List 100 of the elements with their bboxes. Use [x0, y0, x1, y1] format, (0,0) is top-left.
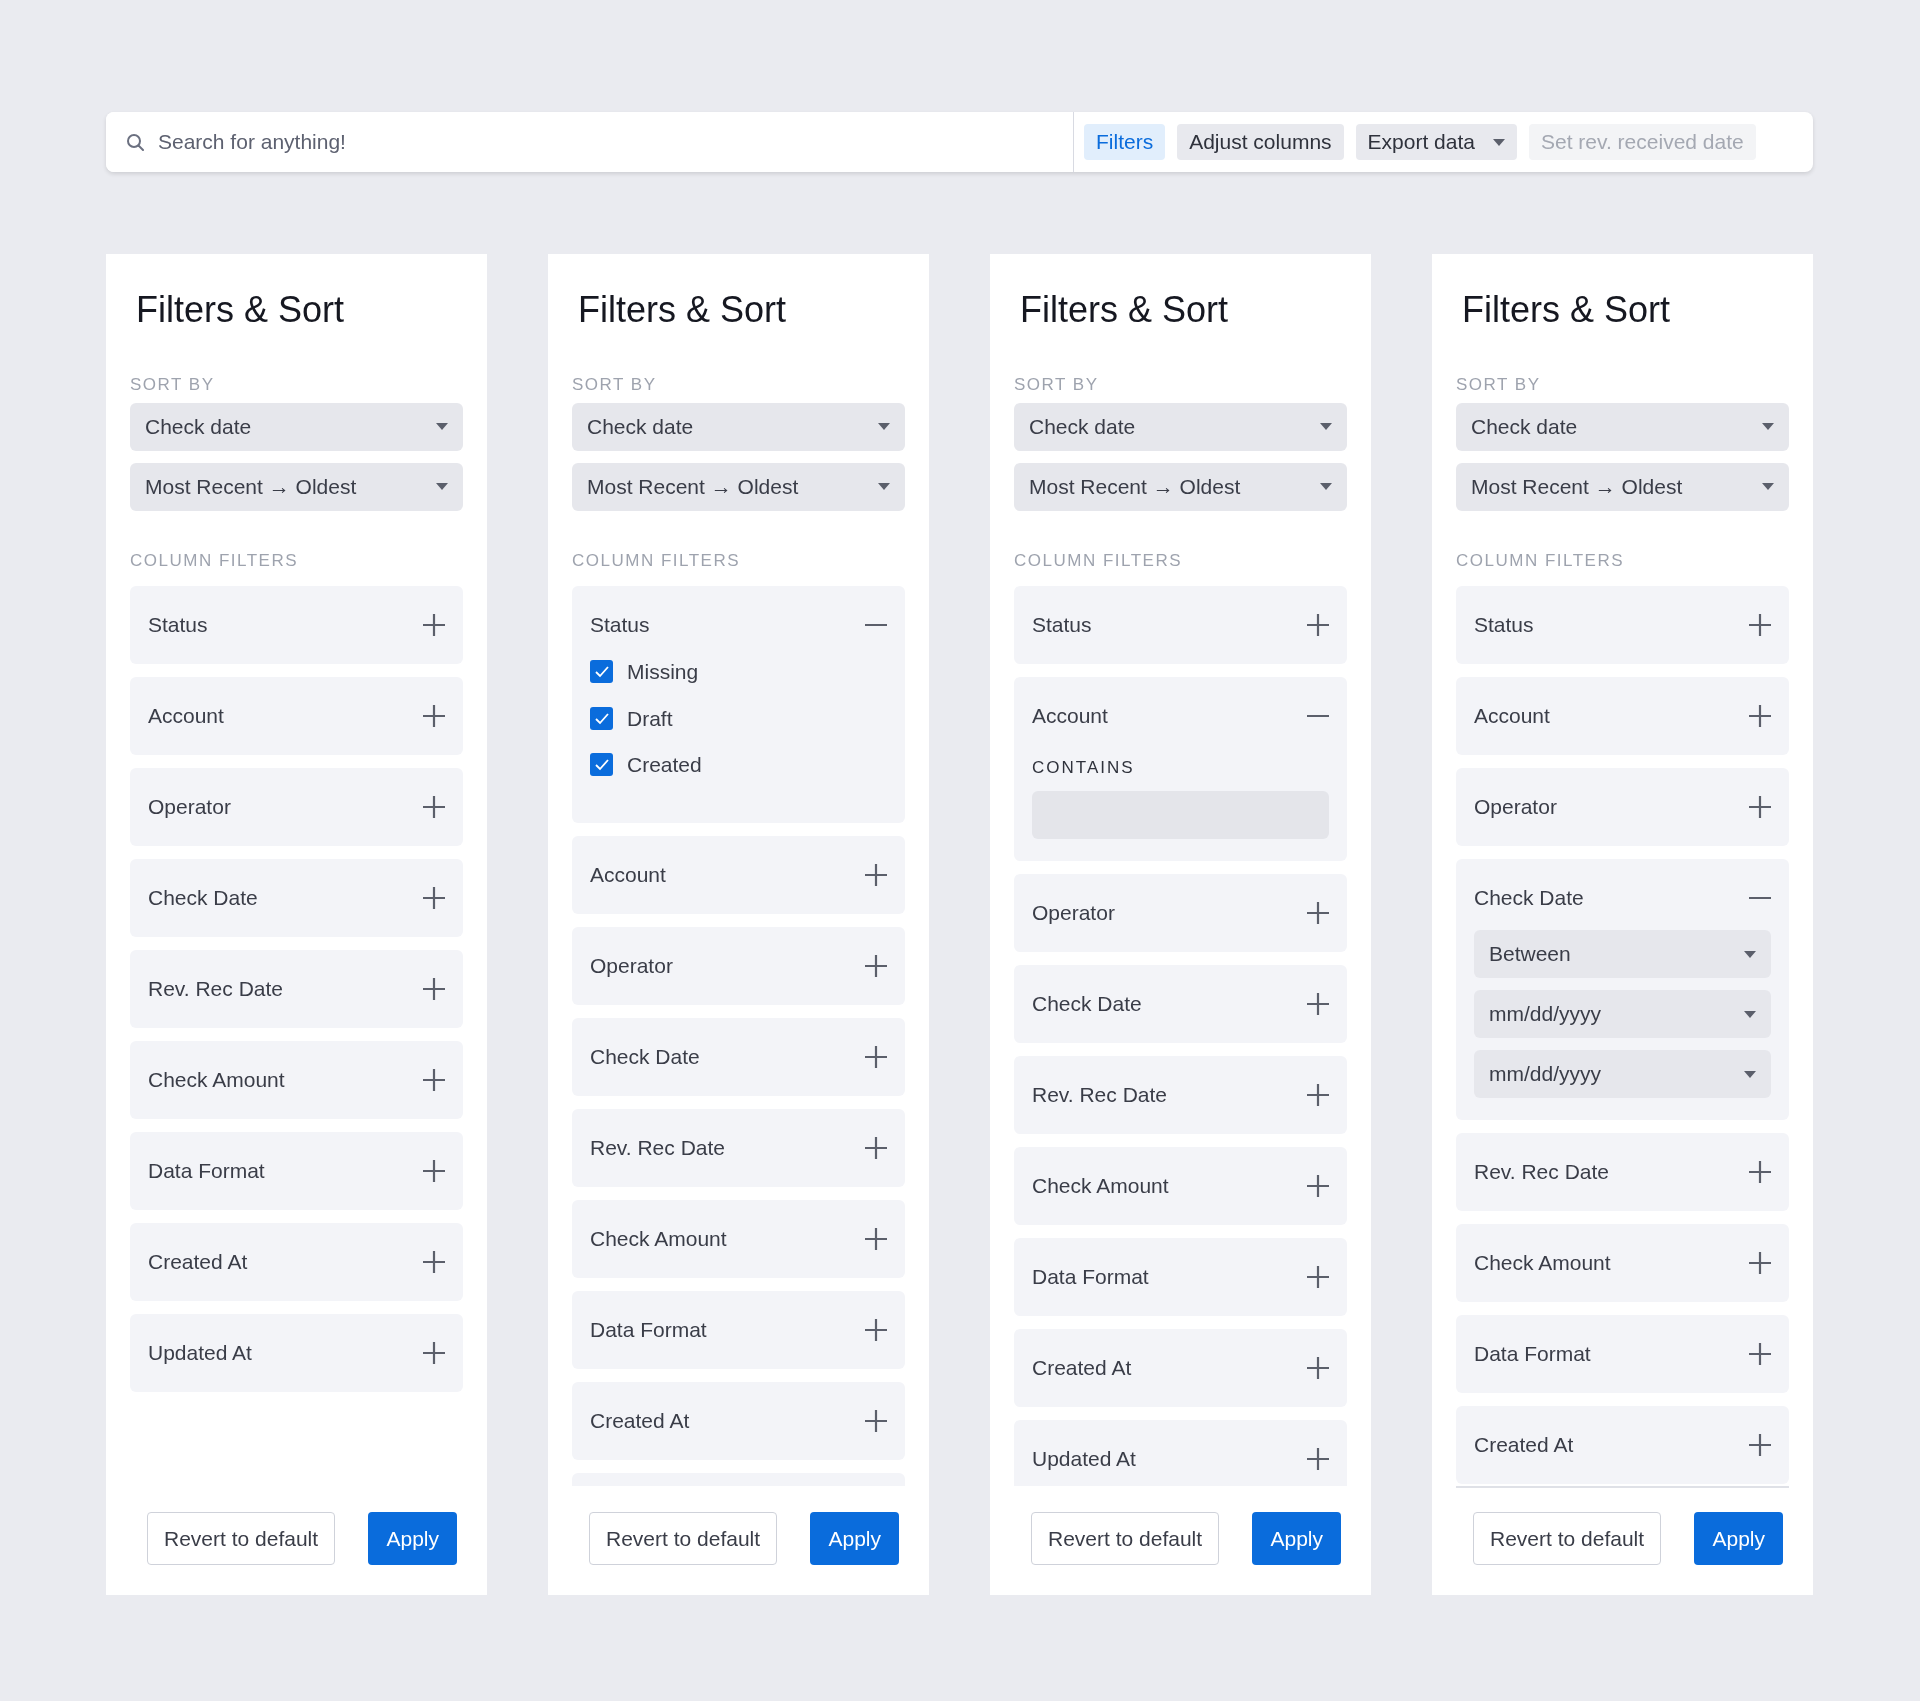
filter-label: Updated At [148, 1340, 252, 1367]
apply-button[interactable]: Apply [1252, 1512, 1341, 1565]
filter-label: Check Amount [1474, 1250, 1611, 1277]
minus-icon [1307, 715, 1329, 717]
revert-button[interactable]: Revert to default [1473, 1512, 1662, 1565]
plus-icon [1307, 1265, 1329, 1288]
plus-icon [423, 1069, 445, 1091]
plus-icon [865, 1318, 887, 1341]
plus-icon [423, 978, 445, 1000]
revert-button[interactable]: Revert to default [1031, 1512, 1220, 1565]
search-field[interactable]: Search for anything! [158, 126, 1073, 158]
caret-icon [1320, 483, 1332, 490]
caret-icon [1744, 1070, 1756, 1078]
dropdown[interactable]: Check date [572, 402, 905, 451]
apply-button[interactable]: Apply [1694, 1512, 1783, 1565]
plus-icon [1749, 1343, 1771, 1365]
toolbar-button[interactable]: Filters [1084, 124, 1166, 160]
filter-label: Status [1474, 612, 1534, 639]
toolbar-button[interactable]: Adjust columns [1177, 124, 1344, 160]
search-box[interactable]: Search for anything! [106, 112, 1074, 172]
caret-icon [1744, 950, 1756, 958]
dropdown[interactable]: Most Recent → Oldest [130, 462, 463, 511]
dropdown[interactable]: Between [1474, 930, 1771, 978]
caret-icon [1493, 138, 1505, 146]
checkbox[interactable] [590, 706, 613, 730]
plus-icon [1749, 614, 1771, 636]
plus-icon [865, 1045, 887, 1068]
filter-label: Data Format [590, 1316, 707, 1343]
check-icon [594, 711, 609, 725]
section-label: SORT BY [572, 374, 658, 396]
filter-label: Status [148, 612, 208, 639]
filter-label: Operator [148, 794, 231, 821]
checkbox[interactable] [590, 753, 613, 777]
filter-label: Check Amount [1032, 1172, 1169, 1199]
filter-label: Created At [1032, 1354, 1132, 1381]
toolbar-button[interactable]: Export data [1355, 124, 1517, 160]
section-label: COLUMN FILTERS [1014, 549, 1184, 572]
filter-label: Check Date [148, 885, 258, 912]
filter-label: Status [590, 612, 650, 639]
filter-label: Check Amount [590, 1225, 727, 1252]
plus-icon [423, 1342, 445, 1364]
filter-label: Data Format [1032, 1263, 1149, 1290]
filter-label: Data Format [1474, 1341, 1591, 1368]
filter-label: Rev. Rec Date [1474, 1159, 1609, 1186]
plus-icon [1749, 1161, 1771, 1183]
filter-label: Created At [148, 1249, 248, 1276]
section-label: SORT BY [130, 374, 216, 396]
plus-icon [423, 796, 445, 818]
filter-label: Account [148, 703, 224, 730]
filter-label: Check Amount [148, 1067, 285, 1094]
dropdown[interactable]: Check date [130, 402, 463, 451]
plus-icon [865, 863, 887, 886]
plus-icon [1307, 1447, 1329, 1470]
filter-label: Rev. Rec Date [1032, 1081, 1167, 1108]
option-label: Missing [627, 659, 699, 685]
filter-label: Rev. Rec Date [590, 1134, 725, 1161]
dropdown[interactable]: mm/dd/yyyy [1474, 990, 1771, 1038]
plus-icon [1749, 1434, 1771, 1456]
filter-label: Account [1032, 703, 1108, 730]
filter-label: Check Date [1474, 885, 1584, 912]
filter-label: Account [590, 861, 666, 888]
search-icon [126, 133, 144, 151]
plus-icon [1307, 992, 1329, 1015]
minus-icon [865, 624, 887, 626]
section-label: COLUMN FILTERS [130, 549, 300, 572]
revert-button[interactable]: Revert to default [147, 1512, 336, 1565]
filter-label: Rev. Rec Date [148, 976, 283, 1003]
plus-icon [865, 1227, 887, 1250]
caret-icon [1762, 423, 1774, 430]
filter-label: Created At [590, 1407, 690, 1434]
caret-icon [1762, 483, 1774, 490]
filter-label: Created At [1474, 1432, 1574, 1459]
caret-icon [1320, 423, 1332, 430]
dropdown[interactable]: Most Recent → Oldest [1456, 462, 1789, 511]
dropdown[interactable]: mm/dd/yyyy [1474, 1050, 1771, 1098]
filter-label: Operator [1474, 794, 1557, 821]
option-label: Created [627, 752, 702, 778]
checkbox[interactable] [590, 660, 613, 684]
revert-button[interactable]: Revert to default [589, 1512, 778, 1565]
panel-title: Filters & Sort [577, 288, 788, 332]
dropdown[interactable]: Check date [1014, 402, 1347, 451]
panel-title: Filters & Sort [135, 288, 346, 332]
panel-title: Filters & Sort [1461, 288, 1672, 332]
plus-icon [1749, 1252, 1771, 1274]
dropdown[interactable]: Most Recent → Oldest [1014, 462, 1347, 511]
dropdown[interactable]: Check date [1456, 402, 1789, 451]
plus-icon [1307, 1174, 1329, 1197]
filter-label: Status [1032, 612, 1092, 639]
plus-icon [1307, 1356, 1329, 1379]
filter-label: Updated At [1032, 1445, 1136, 1472]
filter-label: Account [1474, 703, 1550, 730]
section-label: COLUMN FILTERS [1456, 549, 1626, 572]
filter-label: Operator [590, 952, 673, 979]
dropdown[interactable]: Most Recent → Oldest [572, 462, 905, 511]
plus-icon [423, 705, 445, 727]
apply-button[interactable]: Apply [368, 1512, 457, 1565]
apply-button[interactable]: Apply [810, 1512, 899, 1565]
filter-label: Data Format [148, 1158, 265, 1185]
section-label: SORT BY [1014, 374, 1100, 396]
caret-icon [1744, 1010, 1756, 1018]
